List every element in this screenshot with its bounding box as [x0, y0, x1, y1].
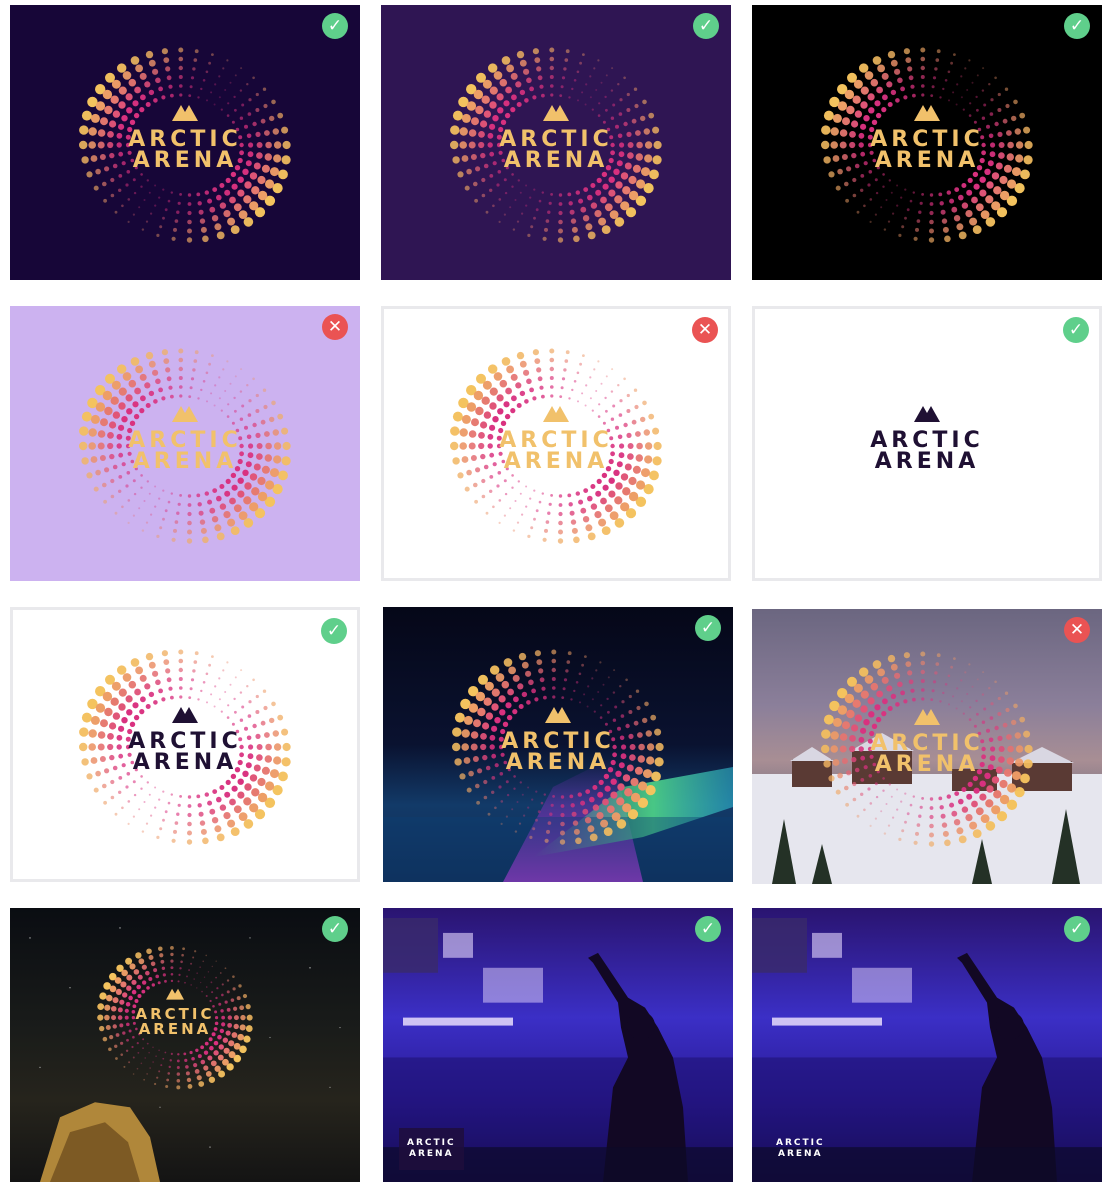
check-icon: ✓ — [322, 13, 348, 39]
logo-tile-lilac: ARCTIC ARENA ✕ — [10, 306, 360, 581]
logo-tile-black: ARCTIC ARENA ✓ — [752, 5, 1102, 280]
brand-line-2: ARENA — [505, 750, 611, 775]
check-icon: ✓ — [321, 618, 347, 644]
check-icon: ✓ — [1064, 916, 1090, 942]
logo-tile-aurora: ARCTIC ARENA ✓ — [383, 607, 733, 882]
brand-line-2: ARENA — [874, 449, 980, 474]
cross-icon: ✕ — [692, 317, 718, 343]
logo-tile-white-light: ARCTIC ARENA ✓ — [10, 607, 360, 882]
logo-tile-purple: ARCTIC ARENA ✓ — [381, 5, 731, 280]
brand-line-2: ARENA — [132, 148, 238, 173]
brand-line-1: ARCTIC — [407, 1138, 456, 1148]
check-icon: ✓ — [1063, 317, 1089, 343]
cross-icon: ✕ — [322, 314, 348, 340]
brand-line-2: ARENA — [503, 148, 609, 173]
check-icon: ✓ — [695, 916, 721, 942]
brand-line-2: ARENA — [138, 1020, 212, 1038]
check-icon: ✓ — [322, 916, 348, 942]
brand-line-2: ARENA — [503, 449, 609, 474]
logo-tile-white-gold: ARCTIC ARENA ✕ — [381, 306, 731, 581]
logo-tile-deep-violet: ARCTIC ARENA ✓ — [10, 5, 360, 280]
check-icon: ✓ — [695, 615, 721, 641]
brand-line-2: ARENA — [132, 750, 238, 775]
logo-tile-village: ARCTIC ARENA ✕ — [752, 609, 1102, 884]
logo-tile-arena-plain: ARCTIC ARENA ✓ — [752, 908, 1102, 1182]
logo-tile-white-mono: ARCTIC ARENA ✓ — [752, 306, 1102, 581]
logo-plain: ARCTIC ARENA — [776, 1138, 825, 1160]
brand-line-2: ARENA — [874, 148, 980, 173]
brand-line-1: ARCTIC — [776, 1138, 825, 1148]
logo-tile-space: ARCTIC ARENA ✓ — [10, 908, 360, 1182]
cross-icon: ✕ — [1064, 617, 1090, 643]
check-icon: ✓ — [693, 13, 719, 39]
brand-line-2: ARENA — [132, 449, 238, 474]
brand-line-2: ARENA — [778, 1149, 823, 1159]
brand-line-2: ARENA — [409, 1149, 454, 1159]
check-icon: ✓ — [1064, 13, 1090, 39]
logo-tile-arena-box: ARCTIC ARENA ✓ — [383, 908, 733, 1182]
logo-box: ARCTIC ARENA — [399, 1128, 464, 1170]
brand-line-2: ARENA — [874, 752, 980, 777]
mountain-icon — [166, 988, 185, 1000]
